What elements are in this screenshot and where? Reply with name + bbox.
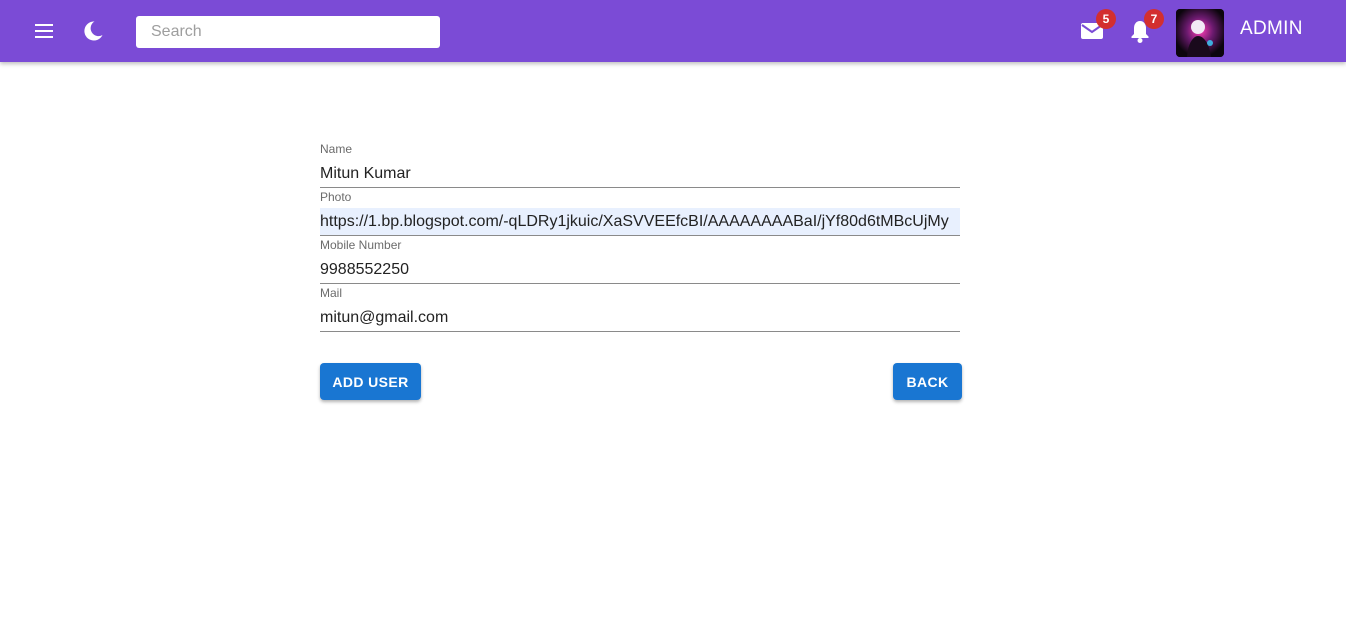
- mail-badge: 5: [1096, 9, 1116, 29]
- user-name-label: ADMIN: [1240, 18, 1303, 39]
- mail-field: Mail: [320, 284, 960, 332]
- hamburger-menu-icon[interactable]: [30, 17, 58, 45]
- mobile-label: Mobile Number: [320, 238, 402, 252]
- back-button[interactable]: BACK: [893, 363, 962, 400]
- notifications-button[interactable]: 7: [1126, 9, 1164, 45]
- mail-input[interactable]: [320, 304, 960, 331]
- photo-input[interactable]: [320, 208, 960, 235]
- photo-label: Photo: [320, 190, 352, 204]
- mail-label: Mail: [320, 286, 343, 300]
- search-input[interactable]: [136, 16, 440, 48]
- notifications-badge: 7: [1144, 9, 1164, 29]
- photo-field: Photo: [320, 188, 960, 236]
- avatar[interactable]: [1176, 9, 1224, 57]
- mail-button[interactable]: 5: [1078, 9, 1116, 45]
- moon-icon[interactable]: [79, 17, 107, 45]
- add-user-form: Name Photo Mobile Number Mail: [320, 140, 960, 332]
- mobile-input[interactable]: [320, 256, 960, 283]
- mobile-field: Mobile Number: [320, 236, 960, 284]
- add-user-button[interactable]: ADD USER: [320, 363, 421, 400]
- name-input[interactable]: [320, 160, 960, 187]
- name-label: Name: [320, 142, 353, 156]
- app-bar: 5 7 ADMIN: [0, 0, 1346, 62]
- name-field: Name: [320, 140, 960, 188]
